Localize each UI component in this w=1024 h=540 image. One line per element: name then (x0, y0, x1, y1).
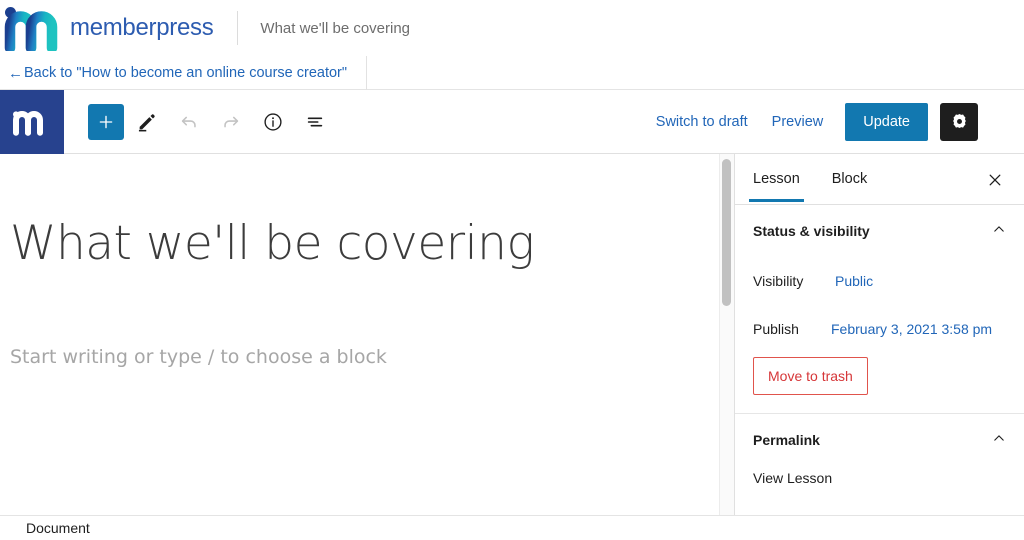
content-info-button[interactable] (254, 103, 292, 141)
back-to-course-link[interactable]: ← Back to "How to become an online cours… (8, 56, 347, 90)
row-publish: Publish February 3, 2021 3:58 pm (753, 305, 1006, 353)
undo-arrow-icon (178, 111, 200, 133)
list-view-button[interactable] (296, 103, 334, 141)
redo-button[interactable] (212, 103, 250, 141)
editor-toolbar: Switch to draft Preview Update (0, 90, 1024, 154)
list-view-icon (304, 111, 326, 133)
tab-lesson[interactable]: Lesson (753, 157, 810, 201)
preview-button[interactable]: Preview (760, 106, 836, 138)
editor-screen: memberpress What we'll be covering ← Bac… (0, 0, 1024, 540)
panel-status-title: Status & visibility (753, 223, 870, 239)
row-visibility: Visibility Public (753, 257, 1006, 305)
post-body-placeholder[interactable]: Start writing or type / to choose a bloc… (10, 346, 387, 368)
brand-divider (237, 11, 238, 45)
close-icon (987, 172, 1003, 188)
visibility-value-button[interactable]: Public (833, 271, 875, 291)
bottom-status-bar: Document (0, 515, 1024, 540)
gear-icon (950, 112, 969, 131)
plus-icon (97, 113, 115, 131)
edit-mode-button[interactable] (128, 103, 166, 141)
move-to-trash-button[interactable]: Move to trash (753, 357, 868, 395)
editor-canvas[interactable]: What we'll be covering Start writing or … (0, 154, 719, 515)
memberpress-brand-bar: memberpress What we'll be covering (0, 0, 1024, 56)
chevron-up-icon (992, 431, 1006, 450)
close-sidebar-button[interactable] (982, 167, 1008, 193)
brand-document-title: What we'll be covering (260, 20, 410, 37)
memberpress-logo-icon (0, 5, 62, 51)
memberpress-m-icon (12, 107, 52, 137)
editor-scrollbar-thumb[interactable] (722, 159, 731, 306)
more-options-button[interactable] (980, 103, 1014, 141)
add-block-button[interactable] (88, 104, 124, 140)
sidebar-tab-bar: Lesson Block (735, 154, 1024, 205)
switch-to-draft-button[interactable]: Switch to draft (644, 106, 760, 138)
panel-status-header[interactable]: Status & visibility (753, 205, 1006, 257)
left-arrow-icon: ← (8, 65, 23, 82)
publish-label: Publish (753, 321, 833, 337)
panel-permalink: Permalink View Lesson (735, 414, 1024, 504)
panel-permalink-header[interactable]: Permalink (753, 414, 1006, 466)
breadcrumb-document[interactable]: Document (26, 520, 90, 536)
toolbar-left-group (64, 103, 334, 141)
settings-button[interactable] (940, 103, 978, 141)
back-link-label: Back to "How to become an online course … (24, 65, 347, 81)
info-circle-icon (262, 111, 284, 133)
memberpress-app-icon-button[interactable] (0, 90, 64, 154)
view-lesson-link[interactable]: View Lesson (753, 466, 1006, 504)
visibility-label: Visibility (753, 273, 833, 289)
publish-date-button[interactable]: February 3, 2021 3:58 pm (829, 319, 994, 339)
memberpress-wordmark: memberpress (70, 14, 213, 42)
chevron-up-icon (992, 222, 1006, 241)
back-link-row: ← Back to "How to become an online cours… (0, 56, 1024, 90)
undo-button[interactable] (170, 103, 208, 141)
pencil-icon (136, 111, 158, 133)
panel-status-and-visibility: Status & visibility Visibility Public Pu… (735, 205, 1024, 414)
toolbar-right-group: Switch to draft Preview Update (644, 103, 1024, 141)
settings-sidebar: Lesson Block Status & visibility Visibil… (734, 154, 1024, 515)
redo-arrow-icon (220, 111, 242, 133)
tab-block[interactable]: Block (832, 157, 877, 201)
back-row-divider (366, 56, 367, 90)
update-button[interactable]: Update (845, 103, 928, 141)
post-title-field[interactable]: What we'll be covering (10, 216, 534, 271)
panel-permalink-title: Permalink (753, 432, 820, 448)
